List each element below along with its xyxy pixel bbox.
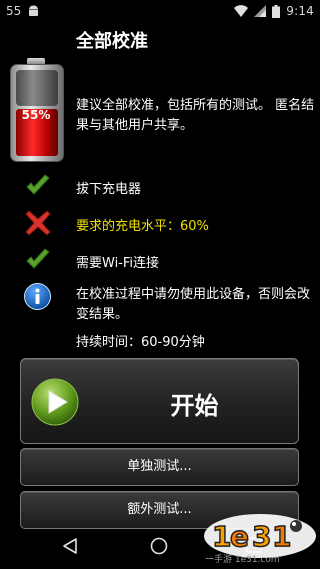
svg-text:e: e (230, 520, 249, 553)
page-title: 全部校准 (76, 31, 148, 52)
svg-text:3: 3 (252, 520, 271, 553)
info-icon (24, 283, 51, 310)
notification-count: 55 (6, 4, 22, 18)
requirement-row-charge-level: 要求的充电水平：60% (0, 209, 320, 239)
single-test-button[interactable]: 单独测试... (20, 448, 299, 486)
requirement-text: 需要Wi-Fi连接 (76, 256, 160, 271)
requirement-text: 要求的充电水平：60% (76, 219, 209, 234)
home-icon[interactable] (150, 537, 168, 555)
requirement-text: 拔下充电器 (76, 182, 142, 197)
signal-icon (254, 5, 267, 17)
battery-empty-area (16, 70, 58, 106)
start-button[interactable]: 开始 (20, 358, 299, 444)
battery-percentage: 55% (21, 108, 51, 122)
requirement-row-charger: 拔下充电器 (0, 172, 320, 202)
calibration-description: 建议全部校准，包括所有的测试。 匿名结果与其他用户共享。 (76, 98, 315, 133)
clock: 9:14 (286, 4, 314, 18)
back-icon[interactable] (62, 537, 78, 555)
svg-text:1: 1 (212, 520, 231, 553)
status-bar-right: 9:14 (234, 4, 314, 18)
watermark-site-text: 一手游 1e31.com (205, 555, 280, 565)
status-bar: 55 9:14 (0, 0, 320, 24)
check-icon (26, 248, 50, 269)
status-bar-left: 55 (6, 4, 40, 18)
check-icon (26, 174, 50, 195)
duration-text: 持续时间：60-90分钟 (76, 335, 205, 350)
svg-text:1: 1 (272, 520, 291, 553)
start-button-label: 开始 (170, 392, 219, 420)
wifi-icon (234, 5, 249, 17)
android-icon (29, 5, 39, 16)
cross-icon (25, 210, 51, 236)
usage-warning: 在校准过程中请勿使用此设备，否则会改变结果。 (76, 287, 311, 322)
battery-level-graphic: 55% (10, 58, 64, 162)
battery-icon (272, 4, 281, 18)
requirement-row-wifi: 需要Wi-Fi连接 (0, 246, 320, 276)
play-icon (31, 378, 79, 426)
